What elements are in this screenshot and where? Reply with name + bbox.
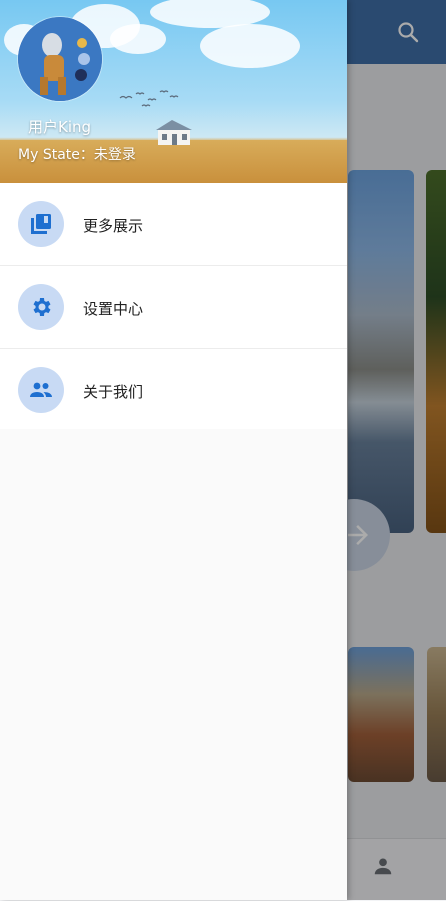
settings-gear-icon <box>33 298 51 316</box>
drawer-empty-area <box>0 429 347 900</box>
menu-icon-circle <box>18 367 64 413</box>
people-icon <box>30 382 52 397</box>
state-value[interactable]: 未登录 <box>94 147 136 163</box>
menu-icon-circle <box>18 201 64 247</box>
cloud-decoration <box>200 24 300 68</box>
drawer-header: 用户King My State：未登录 <box>0 0 347 183</box>
menu-item-about-us[interactable]: 关于我们 <box>0 349 347 432</box>
library-books-icon <box>31 214 51 234</box>
username: 用户King <box>28 118 92 136</box>
birds-decoration <box>119 90 179 107</box>
menu-item-settings[interactable]: 设置中心 <box>0 266 347 349</box>
avatar[interactable] <box>18 17 102 101</box>
house-decoration <box>156 120 192 145</box>
drawer-menu: 更多展示 设置中心 关于我们 <box>0 183 347 432</box>
menu-item-label: 设置中心 <box>83 300 144 318</box>
menu-icon-circle <box>18 284 64 330</box>
menu-item-label: 关于我们 <box>83 383 144 401</box>
navigation-drawer: 用户King My State：未登录 更多展示 设置中心 关于我们 <box>0 0 347 900</box>
state-label: My State： <box>18 147 94 163</box>
menu-item-more-showcase[interactable]: 更多展示 <box>0 183 347 266</box>
cloud-decoration <box>110 24 166 54</box>
login-state: My State：未登录 <box>18 144 136 164</box>
menu-item-label: 更多展示 <box>83 217 144 235</box>
